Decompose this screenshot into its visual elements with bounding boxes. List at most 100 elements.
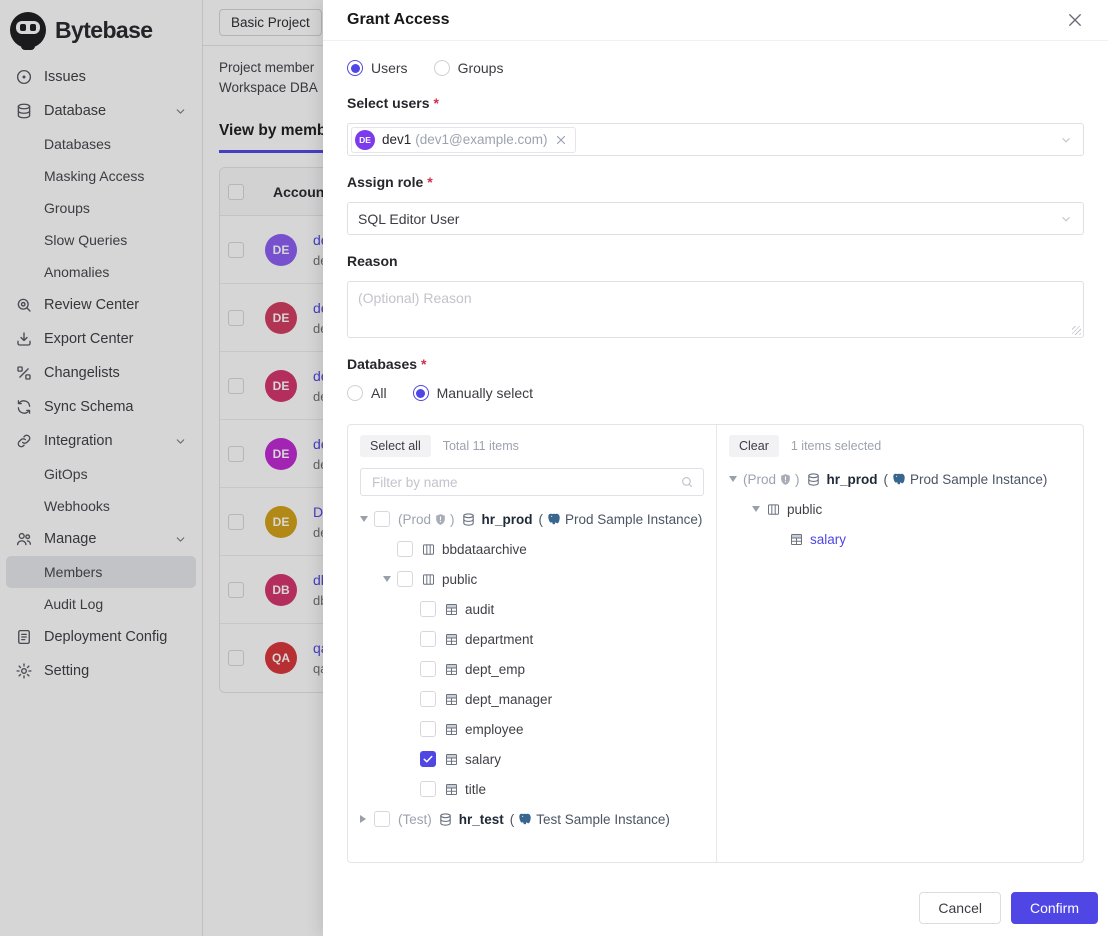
reason-label: Reason — [347, 253, 1084, 269]
database-icon — [806, 472, 821, 487]
select-users-label: Select users* — [347, 95, 1084, 111]
tree-row-hr_prod[interactable]: (Prod)hr_prod(Prod Sample Instance) — [729, 464, 1083, 494]
node-checkbox[interactable] — [420, 751, 436, 767]
node-name: public — [787, 502, 822, 517]
tree-row-department[interactable]: department — [360, 624, 716, 654]
tree-row-salary[interactable]: salary — [729, 524, 1083, 554]
remove-user-icon[interactable] — [555, 134, 567, 146]
node-name: employee — [465, 722, 524, 737]
member-type-option-users[interactable]: Users — [347, 60, 408, 76]
member-type-radio-group: Users Groups — [347, 59, 1084, 77]
node-checkbox[interactable] — [420, 781, 436, 797]
tree-row-title[interactable]: title — [360, 774, 716, 804]
reason-textarea[interactable] — [358, 290, 1073, 329]
node-name: dept_emp — [465, 662, 525, 677]
shield-icon — [779, 473, 792, 486]
member-type-option-groups[interactable]: Groups — [434, 60, 504, 76]
node-checkbox[interactable] — [420, 631, 436, 647]
required-asterisk: * — [421, 356, 426, 372]
avatar: DE — [355, 130, 375, 150]
selected-items-label: 1 items selected — [791, 439, 881, 453]
radio-icon[interactable] — [347, 385, 363, 401]
select-users-input[interactable]: DE dev1 (dev1@example.com) — [347, 123, 1084, 156]
database-picker: Select all Total 11 items (Prod)hr_prod(… — [347, 424, 1084, 863]
required-asterisk: * — [434, 95, 439, 111]
chevron-down-icon — [1059, 133, 1073, 147]
postgres-icon — [547, 512, 561, 526]
confirm-button[interactable]: Confirm — [1011, 892, 1098, 924]
assign-role-select[interactable]: SQL Editor User — [347, 202, 1084, 235]
clear-button[interactable]: Clear — [729, 435, 779, 457]
databases-scope-option-manually-select[interactable]: Manually select — [413, 385, 534, 401]
filter-input[interactable] — [370, 474, 674, 491]
node-name: hr_test — [459, 812, 504, 827]
tree-row-public[interactable]: public — [729, 494, 1083, 524]
user-name: dev1 — [382, 132, 411, 147]
node-checkbox[interactable] — [397, 571, 413, 587]
tree-row-audit[interactable]: audit — [360, 594, 716, 624]
table-icon — [444, 692, 459, 707]
close-icon[interactable] — [1066, 11, 1084, 29]
node-name: salary — [465, 752, 501, 767]
source-pane-header: Select all Total 11 items — [360, 434, 716, 458]
tree-row-bbdataarchive[interactable]: bbdataarchive — [360, 534, 716, 564]
assign-role-label: Assign role* — [347, 174, 1084, 190]
database-tree: (Prod)hr_prod(Prod Sample Instance) bbdat… — [360, 504, 716, 834]
tree-row-hr_test[interactable]: (Test) hr_test (Test Sample Instance) — [360, 804, 716, 834]
assign-role-value: SQL Editor User — [358, 211, 459, 227]
table-icon — [444, 632, 459, 647]
node-name: title — [465, 782, 486, 797]
environment-label: (Test) — [398, 812, 432, 827]
modal-title: Grant Access — [347, 11, 450, 29]
tree-row-employee[interactable]: employee — [360, 714, 716, 744]
total-items-label: Total 11 items — [443, 439, 519, 453]
node-checkbox[interactable] — [420, 661, 436, 677]
chevron-down-icon — [1059, 212, 1073, 226]
radio-label: All — [371, 385, 387, 401]
databases-scope-option-all[interactable]: All — [347, 385, 387, 401]
picker-selected-pane: Clear 1 items selected (Prod)hr_prod(Pro… — [717, 425, 1083, 862]
expand-caret-icon[interactable] — [752, 506, 766, 512]
tree-row-public[interactable]: public — [360, 564, 716, 594]
tree-row-dept_manager[interactable]: dept_manager — [360, 684, 716, 714]
selected-user-tag: DE dev1 (dev1@example.com) — [351, 127, 576, 153]
shield-icon — [434, 513, 447, 526]
node-checkbox[interactable] — [420, 691, 436, 707]
expand-caret-icon[interactable] — [383, 576, 397, 582]
radio-icon[interactable] — [413, 385, 429, 401]
node-checkbox[interactable] — [420, 601, 436, 617]
cancel-button[interactable]: Cancel — [919, 892, 1001, 924]
databases-label: Databases* — [347, 356, 1084, 372]
tree-row-hr_prod[interactable]: (Prod)hr_prod(Prod Sample Instance) — [360, 504, 716, 534]
expand-caret-icon[interactable] — [360, 815, 374, 823]
tree-row-dept_emp[interactable]: dept_emp — [360, 654, 716, 684]
database-icon — [461, 512, 476, 527]
radio-icon[interactable] — [347, 60, 363, 76]
table-icon — [444, 722, 459, 737]
node-name: audit — [465, 602, 494, 617]
node-checkbox[interactable] — [397, 541, 413, 557]
resize-grip[interactable] — [1072, 326, 1081, 335]
postgres-icon — [518, 812, 532, 826]
node-checkbox[interactable] — [374, 811, 390, 827]
node-name: hr_prod — [827, 472, 878, 487]
radio-icon[interactable] — [434, 60, 450, 76]
node-checkbox[interactable] — [420, 721, 436, 737]
postgres-icon — [892, 472, 906, 486]
select-all-button[interactable]: Select all — [360, 435, 431, 457]
instance-label: (Prod Sample Instance) — [884, 472, 1048, 487]
node-checkbox[interactable] — [374, 511, 390, 527]
expand-caret-icon[interactable] — [360, 516, 374, 522]
node-name: bbdataarchive — [442, 542, 527, 557]
table-icon — [789, 532, 804, 547]
table-icon — [444, 752, 459, 767]
instance-label: (Test Sample Instance) — [510, 812, 670, 827]
expand-caret-icon[interactable] — [729, 476, 743, 482]
node-name: dept_manager — [465, 692, 552, 707]
node-name: salary — [810, 532, 846, 547]
node-name: public — [442, 572, 477, 587]
filter-searchbar — [360, 468, 704, 496]
table-icon — [444, 662, 459, 677]
selected-pane-header: Clear 1 items selected — [729, 434, 1083, 458]
tree-row-salary[interactable]: salary — [360, 744, 716, 774]
